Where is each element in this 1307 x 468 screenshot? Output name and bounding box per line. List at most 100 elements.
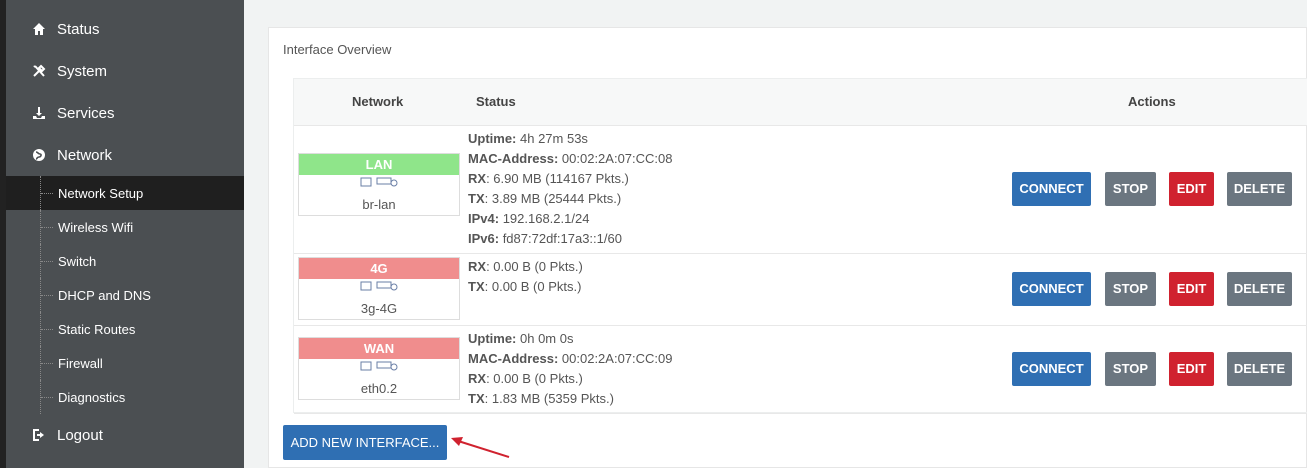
network-name: WAN [299, 338, 459, 359]
sidebar: Status System Services Network Network Setu… [0, 0, 244, 468]
network-name: 4G [299, 258, 459, 279]
table-row: WAN eth0.2 Uptime: 0h 0m 0s MAC-Address: 00… [294, 325, 1307, 414]
status-key: IPv6: [468, 231, 500, 246]
status-block: RX: 0.00 B (0 Pkts.) TX: 0.00 B (0 Pkts.) [468, 257, 583, 297]
status-value: 192.168.2.1/24 [499, 211, 590, 226]
sidebar-subitem-network-setup[interactable]: Network Setup [6, 176, 244, 210]
status-line: MAC-Address: 00:02:2A:07:CC:09 [468, 349, 673, 369]
home-icon [32, 22, 46, 36]
network-badge: WAN eth0.2 [298, 337, 460, 400]
status-key: Uptime: [468, 331, 517, 346]
status-value: 00:02:2A:07:CC:08 [558, 151, 673, 166]
header-status: Status [476, 94, 516, 109]
status-value: : 3.89 MB (25444 Pkts.) [484, 191, 622, 206]
tree-connector [40, 176, 55, 210]
sidebar-subitem-diagnostics[interactable]: Diagnostics [6, 380, 244, 414]
tools-icon [32, 64, 46, 78]
status-key: RX [468, 171, 487, 186]
status-line: TX: 3.89 MB (25444 Pkts.) [468, 189, 673, 209]
header-actions: Actions [1128, 94, 1176, 109]
delete-button[interactable]: DELETE [1227, 272, 1292, 306]
sidebar-subitem-label: Network Setup [58, 185, 144, 201]
status-key: TX [468, 191, 485, 206]
stop-button[interactable]: STOP [1105, 352, 1156, 386]
status-key: RX [468, 371, 487, 386]
sidebar-subitem-label: Firewall [58, 355, 103, 371]
connect-button[interactable]: CONNECT [1012, 272, 1091, 306]
globe-icon [32, 148, 46, 162]
status-block: Uptime: 0h 0m 0s MAC-Address: 00:02:2A:07… [468, 329, 673, 409]
edit-button[interactable]: EDIT [1169, 172, 1214, 206]
status-value: 00:02:2A:07:CC:09 [558, 351, 673, 366]
network-name: LAN [299, 154, 459, 175]
sidebar-item-network[interactable]: Network [6, 134, 244, 176]
sidebar-item-services[interactable]: Services [6, 92, 244, 134]
tree-connector [40, 244, 55, 278]
arrow-icon [451, 437, 510, 458]
logout-label: Logout [57, 426, 103, 444]
status-key: Uptime: [468, 131, 517, 146]
sidebar-subitem-label: Diagnostics [58, 389, 126, 405]
top-strip [244, 0, 1307, 6]
status-key: TX [468, 279, 485, 294]
sidebar-item-status[interactable]: Status [6, 8, 244, 50]
sidebar-subitem-wireless-wifi[interactable]: Wireless Wifi [6, 210, 244, 244]
network-badge: LAN br-lan [298, 153, 460, 216]
tree-connector [40, 312, 55, 346]
status-key: RX [468, 259, 487, 274]
device-name: eth0.2 [360, 381, 398, 396]
stop-button[interactable]: STOP [1105, 172, 1156, 206]
interface-icon [299, 279, 459, 299]
connect-button[interactable]: CONNECT [1012, 352, 1091, 386]
interface-icon [299, 175, 459, 195]
status-value: : 0.00 B (0 Pkts.) [486, 259, 583, 274]
status-value: : 0.00 B (0 Pkts.) [486, 371, 583, 386]
status-value: : 6.90 MB (114167 Pkts.) [486, 171, 629, 186]
logout-link[interactable]: Logout [6, 414, 244, 456]
sidebar-item-label: Network [57, 146, 113, 164]
status-line: RX: 0.00 B (0 Pkts.) [468, 257, 583, 277]
network-badge: 4G 3g-4G [298, 257, 460, 320]
sidebar-item-system[interactable]: System [6, 50, 244, 92]
status-line: TX: 1.83 MB (5359 Pkts.) [468, 389, 673, 409]
delete-button[interactable]: DELETE [1227, 352, 1292, 386]
edit-button[interactable]: EDIT [1169, 272, 1214, 306]
status-value: fd87:72df:17a3::1/60 [499, 231, 622, 246]
stop-button[interactable]: STOP [1105, 272, 1156, 306]
sidebar-item-label: Status [57, 20, 100, 38]
status-key: IPv4: [468, 211, 500, 226]
logout-icon [32, 428, 46, 442]
panel-title: Interface Overview [283, 42, 392, 57]
edit-button[interactable]: EDIT [1169, 352, 1214, 386]
connect-button[interactable]: CONNECT [1012, 172, 1091, 206]
tree-connector [40, 346, 55, 380]
status-line: RX: 0.00 B (0 Pkts.) [468, 369, 673, 389]
add-new-interface-button[interactable]: ADD NEW INTERFACE... [283, 425, 447, 460]
status-line: IPv4: 192.168.2.1/24 [468, 209, 673, 229]
sidebar-subitem-switch[interactable]: Switch [6, 244, 244, 278]
status-value: : 0.00 B (0 Pkts.) [484, 279, 582, 294]
status-value: 4h 27m 53s [516, 131, 588, 146]
sidebar-subitem-label: Switch [58, 253, 97, 269]
sidebar-subitem-label: Wireless Wifi [58, 219, 134, 235]
sidebar-subitem-dhcp-and-dns[interactable]: DHCP and DNS [6, 278, 244, 312]
interface-overview-panel: Interface Overview Network Status Action… [268, 27, 1307, 468]
status-line: Uptime: 0h 0m 0s [468, 329, 673, 349]
table-row: 4G 3g-4G RX: 0.00 B (0 Pkts.) TX: 0.00 B (0… [294, 253, 1307, 326]
sidebar-item-label: System [57, 62, 108, 80]
sidebar-subitem-static-routes[interactable]: Static Routes [6, 312, 244, 346]
status-value: 0h 0m 0s [516, 331, 574, 346]
device-name: 3g-4G [360, 301, 398, 316]
status-line: IPv6: fd87:72df:17a3::1/60 [468, 229, 673, 249]
interface-icon [299, 359, 459, 379]
status-key: MAC-Address: [468, 151, 559, 166]
status-value: : 1.83 MB (5359 Pkts.) [484, 391, 614, 406]
sidebar-subitem-label: Static Routes [58, 321, 136, 337]
status-line: MAC-Address: 00:02:2A:07:CC:08 [468, 149, 673, 169]
interfaces-table: Network Status Actions LAN br-lan Uptime: … [293, 78, 1307, 414]
delete-button[interactable]: DELETE [1227, 172, 1292, 206]
sidebar-subitem-firewall[interactable]: Firewall [6, 346, 244, 380]
tree-connector [40, 210, 55, 244]
download-icon [32, 106, 46, 120]
status-line: TX: 0.00 B (0 Pkts.) [468, 277, 583, 297]
